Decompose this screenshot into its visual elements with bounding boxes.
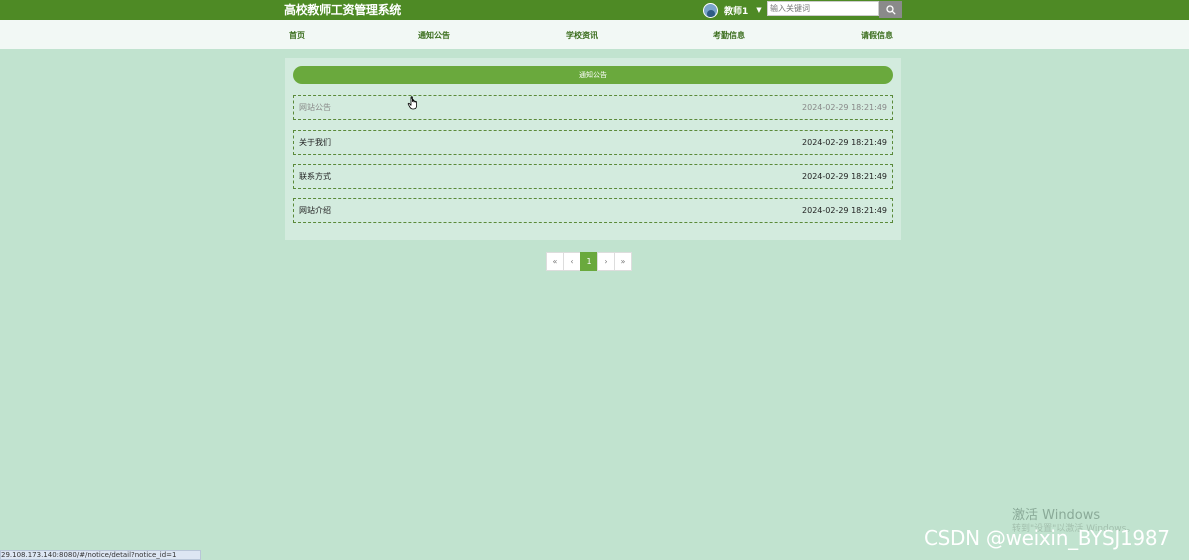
hand-pointer-icon [407, 96, 417, 110]
notice-title[interactable]: 关于我们 [299, 138, 331, 148]
next-page-button[interactable]: › [597, 252, 615, 271]
status-bar-url: 29.108.173.140:8080/#/notice/detail?noti… [0, 550, 201, 560]
notice-title[interactable]: 网站公告 [299, 103, 331, 113]
prev-page-button[interactable]: ‹ [563, 252, 581, 271]
app-title: 高校教师工资管理系统 [284, 3, 402, 17]
notice-date: 2024-02-29 18:21:49 [802, 138, 887, 147]
last-page-button[interactable]: » [614, 252, 632, 271]
list-item[interactable]: 联系方式 2024-02-29 18:21:49 [293, 164, 893, 189]
user-menu[interactable]: 教师1 ▼ [703, 1, 762, 19]
user-name[interactable]: 教师1 [724, 4, 748, 17]
notice-date: 2024-02-29 18:21:49 [802, 103, 887, 112]
list-item[interactable]: 网站公告 2024-02-29 18:21:49 [293, 95, 893, 120]
nav-item-attendance[interactable]: 考勤信息 [713, 31, 745, 41]
first-page-button[interactable]: « [546, 252, 564, 271]
list-item[interactable]: 网站介绍 2024-02-29 18:21:49 [293, 198, 893, 223]
pagination: « ‹ 1 › » [546, 252, 632, 271]
nav-item-leave[interactable]: 请假信息 [861, 31, 893, 41]
notice-title[interactable]: 网站介绍 [299, 206, 331, 216]
notice-panel: 通知公告 网站公告 2024-02-29 18:21:49 关于我们 2024-… [285, 58, 901, 240]
list-item[interactable]: 关于我们 2024-02-29 18:21:49 [293, 130, 893, 155]
page-1-button[interactable]: 1 [580, 252, 598, 271]
top-bar: 高校教师工资管理系统 教师1 ▼ [0, 0, 1189, 20]
notice-title[interactable]: 联系方式 [299, 172, 331, 182]
search-button[interactable] [879, 1, 902, 18]
main-nav: 首页 通知公告 学校资讯 考勤信息 请假信息 [0, 20, 1189, 49]
nav-item-school-news[interactable]: 学校资讯 [566, 31, 598, 41]
avatar[interactable] [703, 2, 718, 18]
search-input[interactable] [767, 1, 879, 16]
notice-date: 2024-02-29 18:21:49 [802, 172, 887, 181]
search-icon [885, 4, 896, 15]
nav-item-notices[interactable]: 通知公告 [418, 31, 450, 41]
caret-down-icon[interactable]: ▼ [756, 6, 761, 14]
notice-date: 2024-02-29 18:21:49 [802, 206, 887, 215]
csdn-watermark: CSDN @weixin_BYSJ1987 [924, 526, 1170, 550]
nav-item-home[interactable]: 首页 [289, 31, 305, 41]
panel-title: 通知公告 [293, 66, 893, 84]
